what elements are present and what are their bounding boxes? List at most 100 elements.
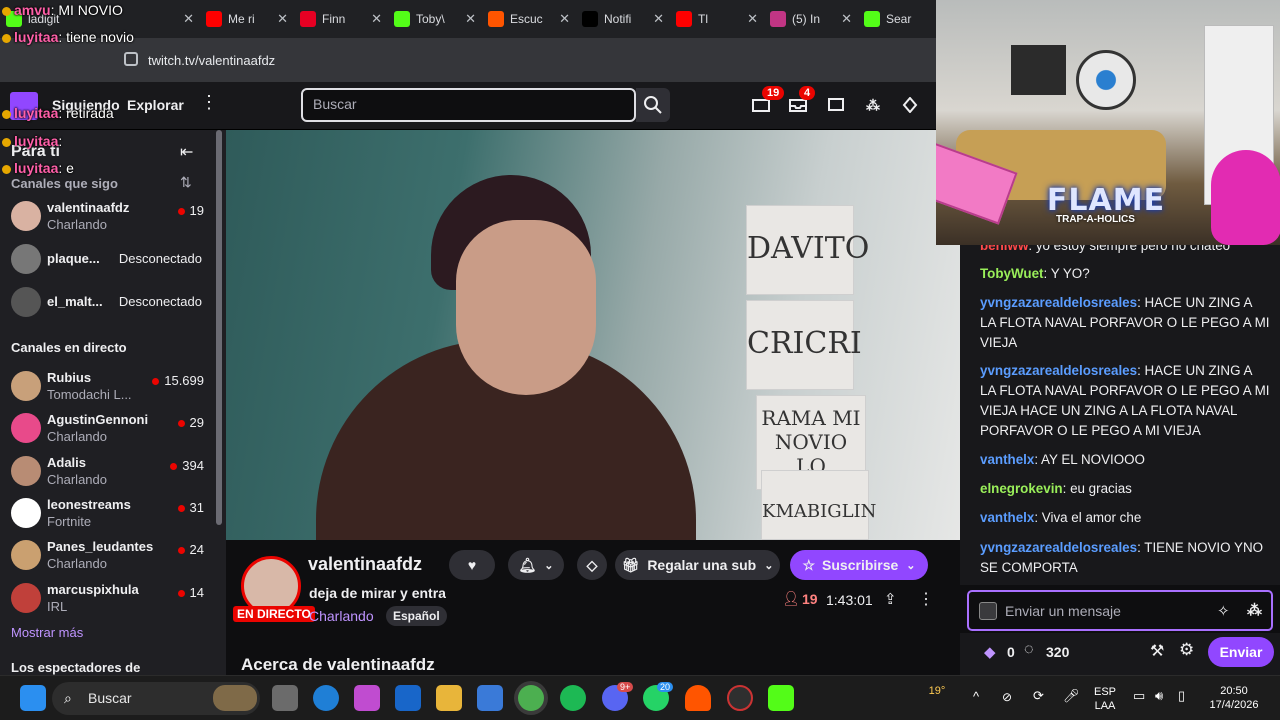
chat-username[interactable]: elnegrokevin (980, 481, 1063, 496)
battery-icon[interactable]: ▯ (1178, 689, 1185, 703)
chat-input[interactable]: Enviar un mensaje ✧ ⁂ (967, 590, 1273, 631)
clock[interactable]: 20:50 17/4/2026 (1203, 684, 1265, 712)
gift-sub-button[interactable]: 🎁︎ Regalar una sub ⌄ (615, 550, 780, 580)
channel-points-icon[interactable]: ◌ (1024, 641, 1034, 659)
prime-button[interactable] (899, 94, 921, 116)
chat-identity-icon[interactable] (979, 602, 997, 620)
stream-info: EN DIRECTO valentinaafdz deja de mirar y… (226, 540, 960, 675)
close-tab-icon[interactable]: ✕ (841, 11, 852, 27)
inbox-button[interactable]: 4 (787, 86, 816, 116)
video-player[interactable]: DAVITO CRICRI RAMA MI NOVIO LO KMABIGLIN (226, 130, 960, 540)
close-tab-icon[interactable]: ✕ (183, 11, 194, 27)
language-indicator[interactable]: ESP LAA (1093, 685, 1117, 713)
show-more-link[interactable]: Mostrar más (11, 625, 83, 640)
live-channel-item[interactable]: Rubius Tomodachi L... 15.699 (0, 365, 214, 407)
start-icon[interactable] (20, 685, 46, 711)
close-tab-icon[interactable]: ✕ (371, 11, 382, 27)
display-icon[interactable]: ▭ (1133, 689, 1145, 703)
search-button[interactable] (636, 88, 670, 122)
close-tab-icon[interactable]: ✕ (559, 11, 570, 27)
stream-category-link[interactable]: Charlando (309, 608, 374, 624)
nav-browse-link[interactable]: Explorar (127, 97, 184, 113)
kick-icon[interactable] (768, 685, 794, 711)
live-channel-item[interactable]: Panes_leudantes Charlando 24 (0, 534, 214, 576)
copilot-icon[interactable] (354, 685, 380, 711)
channel-avatar (11, 413, 41, 444)
chat-settings-icon[interactable]: ⚙ (1179, 640, 1194, 660)
chat-username[interactable]: yvngzazarealdelosreales (980, 363, 1137, 378)
followed-channel-item[interactable]: plaque... Desconectado (0, 238, 214, 280)
volume-icon[interactable]: 🔊︎ (1155, 689, 1163, 703)
about-heading: Acerca de valentinaafdz (241, 655, 435, 674)
close-tab-icon[interactable]: ✕ (747, 11, 758, 27)
browser-tab[interactable]: Tl ✕ (670, 0, 764, 38)
browser-tab[interactable]: Escuc ✕ (482, 0, 576, 38)
weather-temperature[interactable]: 19° (925, 684, 949, 698)
close-tab-icon[interactable]: ✕ (277, 11, 288, 27)
edge-icon[interactable] (313, 685, 339, 711)
stream-tag[interactable]: Español (386, 606, 447, 626)
mod-tools-icon[interactable]: ⚒ (1150, 641, 1164, 661)
sidebar-scrollbar[interactable] (216, 130, 222, 525)
browser-tab[interactable]: Notifi ✕ (576, 0, 670, 38)
send-button[interactable]: Enviar (1208, 637, 1274, 667)
chat-username[interactable]: vanthelx (980, 452, 1034, 467)
browser-tab[interactable]: (5) In ✕ (764, 0, 858, 38)
sync-icon[interactable]: ⟳ (1033, 689, 1044, 703)
chat-username[interactable]: yvngzazarealdelosreales (980, 540, 1137, 555)
collapse-sidebar-icon[interactable]: ⇤ (180, 142, 193, 162)
close-tab-icon[interactable]: ✕ (465, 11, 476, 27)
live-channel-item[interactable]: AgustinGennoni Charlando 29 (0, 407, 214, 449)
chat-username[interactable]: beniww (980, 245, 1028, 253)
share-icon[interactable]: ⇪ (884, 590, 897, 608)
more-options-icon[interactable]: ⋮ (918, 589, 934, 609)
close-tab-icon[interactable]: ✕ (653, 11, 664, 27)
emote-picker-icon[interactable]: ✧ (1217, 602, 1230, 620)
outlook-icon[interactable] (395, 685, 421, 711)
more-menu-icon[interactable]: ⋮ (200, 92, 218, 113)
address-bar[interactable]: twitch.tv/valentinaafdz (0, 38, 960, 82)
browser-tab[interactable]: Toby\ ✕ (388, 0, 482, 38)
follow-button[interactable]: ♥ (449, 550, 495, 580)
browser-tab[interactable]: ladigit ✕ (0, 0, 200, 38)
subscribe-button[interactable]: ☆ Suscribirse ⌄ (790, 550, 928, 580)
bits-button[interactable]: ◇ (577, 550, 607, 580)
overlay-brand-subtitle: TRAP-A-HOLICS (1056, 214, 1135, 225)
chat-message: TobyWuet: Y YO? (980, 264, 1270, 284)
microphone-icon[interactable]: 🎤︎ (1063, 689, 1080, 703)
site-info-icon[interactable] (124, 52, 138, 66)
live-channel-item[interactable]: leonestreams Fortnite 31 (0, 492, 214, 534)
live-channel-item[interactable]: Adalis Charlando 394 (0, 450, 214, 492)
whispers-button[interactable] (825, 94, 847, 116)
browser-tab[interactable]: Me ri ✕ (200, 0, 294, 38)
chat-username[interactable]: vanthelx (980, 510, 1034, 525)
spotify-icon[interactable] (560, 685, 586, 711)
bits-diamond-icon[interactable]: ◆ (984, 643, 996, 661)
tray-overflow-icon[interactable]: ^ (973, 690, 979, 704)
chat-message: beniww: yo estoy siempre pero no chateo (980, 245, 1270, 256)
game-app-icon[interactable] (727, 685, 753, 711)
twitch-logo-icon[interactable] (10, 92, 38, 120)
notifications-button[interactable]: 19 (750, 86, 785, 116)
chat-username[interactable]: TobyWuet (980, 266, 1043, 281)
chat-username[interactable]: yvngzazarealdelosreales (980, 295, 1137, 310)
browser-tab[interactable]: Finn ✕ (294, 0, 388, 38)
task-view-icon[interactable] (272, 685, 298, 711)
channel-name[interactable]: valentinaafdz (308, 554, 422, 575)
search-input[interactable]: Buscar (301, 88, 636, 122)
nav-following-link[interactable]: Siguiendo (52, 97, 120, 113)
followed-channel-item[interactable]: valentinaafdz Charlando 19 (0, 195, 214, 237)
store-icon[interactable] (477, 685, 503, 711)
followed-channel-item[interactable]: el_malt... Desconectado (0, 281, 214, 323)
url-text[interactable]: twitch.tv/valentinaafdz (148, 53, 275, 68)
chrome-icon[interactable] (518, 685, 544, 711)
notifications-bell-button[interactable]: 🔔︎ ⌄ (508, 550, 564, 580)
sort-icon[interactable]: ⇅ (180, 174, 192, 191)
live-channel-item[interactable]: marcuspixhula IRL 14 (0, 577, 214, 619)
channel-avatar (11, 287, 41, 317)
network-off-icon[interactable]: ⊘ (1002, 690, 1012, 704)
bits-icon[interactable]: ⁂ (1247, 601, 1262, 619)
get-bits-button[interactable]: ⁂ (862, 94, 884, 116)
soundcloud-icon[interactable] (685, 685, 711, 711)
file-explorer-icon[interactable] (436, 685, 462, 711)
